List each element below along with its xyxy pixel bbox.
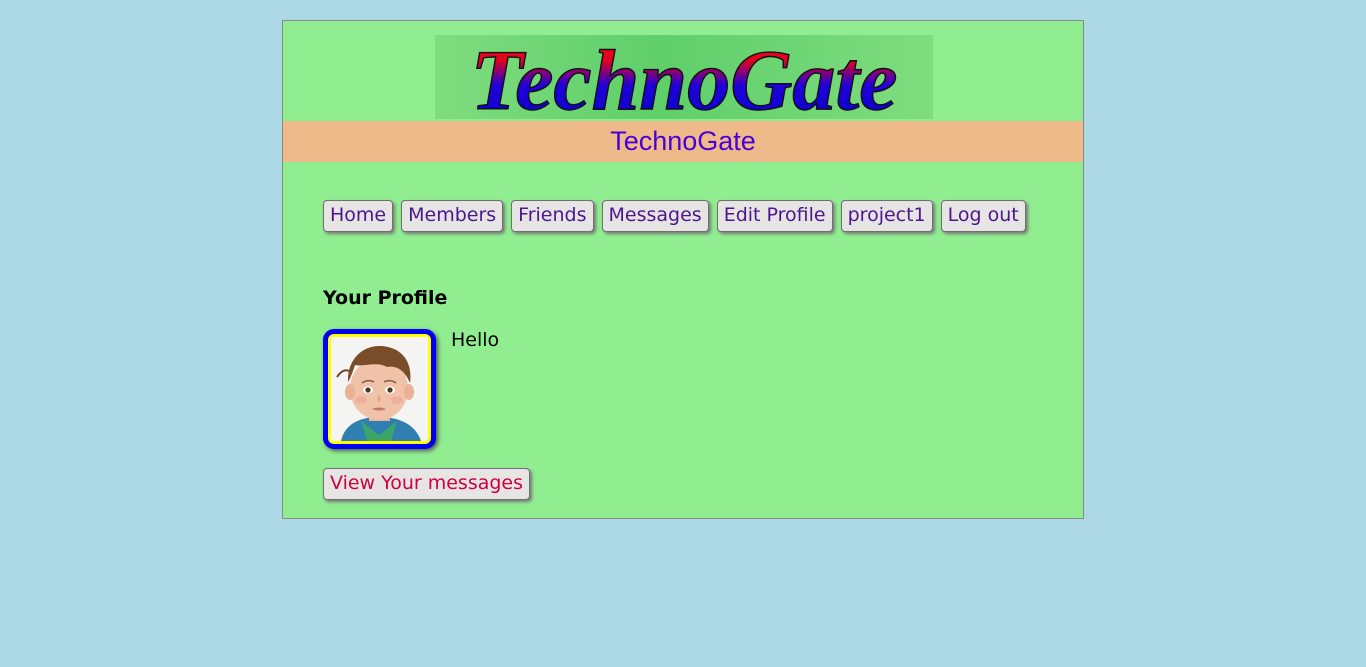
page-wrapper: TechnoGate TechnoGate Home Members Friends… [282,20,1084,519]
menu-edit-profile-button[interactable]: Edit Profile [716,200,833,232]
logo-text: TechnoGate [471,35,898,119]
menu-log-out-button[interactable]: Log out [940,200,1026,232]
view-messages-button[interactable]: View Your messages [323,468,531,500]
menu-messages-button[interactable]: Messages [601,200,709,232]
menu-friends-button[interactable]: Friends [511,200,594,232]
profile-photo [331,337,428,441]
main-menu: Home Members Friends Messages Edit Profile pr… [323,200,1034,232]
menu-home-button[interactable]: Home [323,200,394,232]
app-name-banner: TechnoGate [283,121,1083,162]
menu-user-button[interactable]: project1 [840,200,933,232]
profile-text: Hello [451,329,500,351]
header-logo-area: TechnoGate [283,21,1083,121]
menu-members-button[interactable]: Members [401,200,504,232]
technogate-logo: TechnoGate [435,35,933,119]
profile-heading: Your Profile [323,287,448,309]
avatar [323,329,436,449]
